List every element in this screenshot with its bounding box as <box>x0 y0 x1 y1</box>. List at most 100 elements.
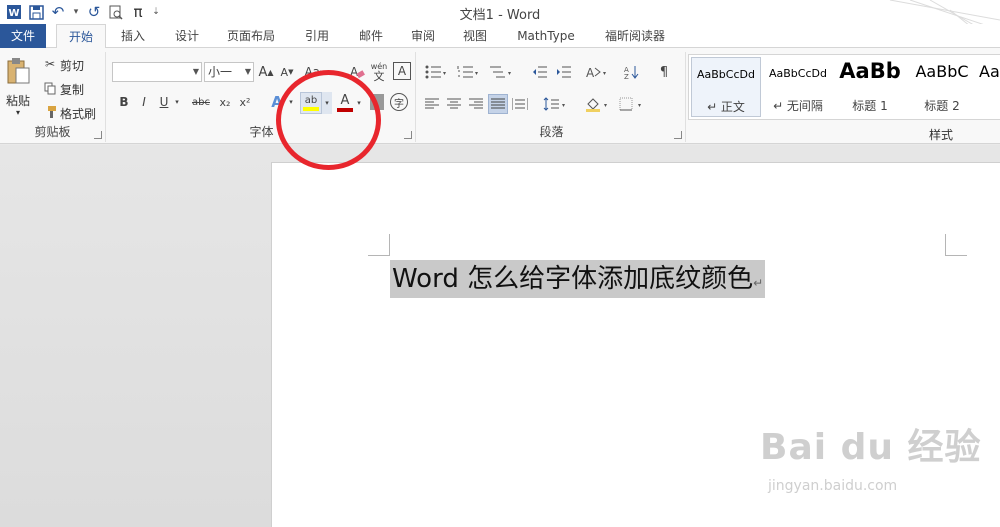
style-name: ↵ 正文 <box>707 100 745 114</box>
style-sample: AaBbCcDd <box>697 68 755 81</box>
style-sample: AaBbCcDd <box>769 67 827 80</box>
baidu-watermark: Bai du 经验 jingyan.baidu.com <box>760 418 982 494</box>
copy-button[interactable]: 复制 <box>60 81 84 98</box>
align-left-icon[interactable] <box>422 94 442 114</box>
svg-text:▾: ▾ <box>443 70 446 77</box>
align-right-icon[interactable] <box>466 94 486 114</box>
superscript-button[interactable]: x² <box>236 92 254 112</box>
show-formatting-marks-icon[interactable]: ¶ <box>654 62 674 82</box>
font-size-dropdown-icon[interactable]: ▼ <box>245 63 251 81</box>
clipboard-launcher-icon[interactable] <box>94 131 102 139</box>
style-heading-1[interactable]: AaBb 标题 1 <box>835 57 905 117</box>
tab-mathtype[interactable]: MathType <box>508 24 584 48</box>
style-title[interactable]: Aa <box>979 57 1000 117</box>
tab-page-layout[interactable]: 页面布局 <box>220 24 282 48</box>
clipboard-group-label: 剪贴板 <box>34 125 71 139</box>
underline-button[interactable]: U <box>156 92 172 112</box>
underline-dropdown-icon[interactable]: ▾ <box>172 92 182 112</box>
chinese-layout-icon[interactable]: A ▾ <box>582 62 612 82</box>
tab-insert[interactable]: 插入 <box>112 24 154 48</box>
paragraph-group-label: 段落 <box>539 125 564 139</box>
cut-button[interactable]: 剪切 <box>60 57 84 74</box>
format-painter-icon[interactable] <box>42 104 58 120</box>
format-painter-button[interactable]: 格式刷 <box>60 105 96 122</box>
phonetic-guide-button[interactable]: wén 文 <box>368 60 390 84</box>
tab-foxit-reader[interactable]: 福昕阅读器 <box>596 24 674 48</box>
tab-view[interactable]: 视图 <box>454 24 496 48</box>
document-text: Word 怎么给字体添加底纹颜色 <box>392 264 754 294</box>
shrink-font-label: A <box>280 65 289 79</box>
scissors-icon[interactable]: ✂ <box>42 56 58 72</box>
tab-references[interactable]: 引用 <box>296 24 338 48</box>
enclose-characters-button[interactable]: 字 <box>390 93 408 111</box>
borders-icon[interactable]: ▾ <box>616 94 646 114</box>
font-launcher-icon[interactable] <box>404 131 412 139</box>
watermark-sub: jingyan.baidu.com <box>768 478 898 494</box>
distributed-align-icon[interactable] <box>510 94 530 114</box>
copy-icon[interactable] <box>42 80 58 96</box>
svg-text:▾: ▾ <box>508 70 511 77</box>
font-name-dropdown-icon[interactable]: ▼ <box>193 63 199 81</box>
tab-home[interactable]: 开始 <box>56 24 106 49</box>
margin-corner-top-left <box>368 234 390 256</box>
paragraph-mark: ↵ <box>753 276 764 290</box>
paste-icon[interactable] <box>4 56 32 86</box>
strikethrough-button[interactable]: abc <box>188 92 214 112</box>
numbering-icon[interactable]: ▾ <box>454 62 482 82</box>
paragraph-launcher-icon[interactable] <box>674 131 682 139</box>
annotation-circle <box>276 70 381 170</box>
paste-dropdown-icon[interactable]: ▾ <box>16 108 20 117</box>
sort-icon[interactable]: AZ <box>622 62 642 82</box>
document-text-selection[interactable]: Word 怎么给字体添加底纹颜色↵ <box>390 260 766 298</box>
multilevel-list-icon[interactable]: ▾ <box>486 62 516 82</box>
align-center-icon[interactable] <box>444 94 464 114</box>
style-sample: AaBb <box>839 59 901 83</box>
line-spacing-icon[interactable]: ▾ <box>540 94 570 114</box>
tab-file[interactable]: 文件 <box>0 24 46 48</box>
increase-indent-icon[interactable] <box>554 62 574 82</box>
justify-icon[interactable] <box>488 94 508 114</box>
watermark-main: Bai du 经验 <box>760 427 982 468</box>
bullets-icon[interactable]: ▾ <box>422 62 450 82</box>
document-page[interactable] <box>271 162 1000 527</box>
svg-text:▾: ▾ <box>603 70 606 77</box>
tab-review[interactable]: 审阅 <box>402 24 444 48</box>
svg-text:Z: Z <box>624 73 629 80</box>
styles-group-label: 样式 <box>929 128 954 142</box>
font-size-combo[interactable]: 小一 ▼ <box>204 62 254 82</box>
margin-corner-top-right <box>945 234 967 256</box>
paragraph-shading-icon[interactable]: ▾ <box>582 94 612 114</box>
svg-text:▾: ▾ <box>562 102 565 109</box>
styles-gallery: AaBbCcDd ↵ 正文 AaBbCcDd ↵ 无间隔 AaBb 标题 1 A… <box>688 54 1000 120</box>
bold-button[interactable]: B <box>116 92 132 112</box>
clipboard-group: 粘贴 ▾ ✂ 剪切 复制 格式刷 剪贴板 <box>0 52 106 142</box>
svg-text:▾: ▾ <box>475 70 478 77</box>
style-name: 标题 2 <box>924 99 960 113</box>
svg-text:▾: ▾ <box>638 102 641 109</box>
svg-text:A: A <box>586 66 595 79</box>
grow-font-button[interactable]: A ▲ <box>256 62 276 82</box>
tab-mailings[interactable]: 邮件 <box>350 24 392 48</box>
font-size-value: 小一 <box>208 65 233 79</box>
style-heading-2[interactable]: AaBbC 标题 2 <box>907 57 977 117</box>
style-sample: AaBbC <box>915 62 969 81</box>
style-sample: Aa <box>979 62 1000 81</box>
italic-button[interactable]: I <box>136 92 152 112</box>
shrink-font-button[interactable]: A ▼ <box>278 62 296 82</box>
style-name: ↵ 无间隔 <box>773 99 823 113</box>
character-border-button[interactable]: A <box>393 62 411 80</box>
style-no-spacing[interactable]: AaBbCcDd ↵ 无间隔 <box>763 57 833 117</box>
phonetic-bottom: 文 <box>373 70 385 83</box>
svg-text:▾: ▾ <box>604 102 607 109</box>
style-name: 标题 1 <box>852 99 888 113</box>
style-normal[interactable]: AaBbCcDd ↵ 正文 <box>691 57 761 117</box>
ribbon: 粘贴 ▾ ✂ 剪切 复制 格式刷 剪贴板 ▼ 小一 ▼ A ▲ A ▼ Aa ▾ A … <box>0 48 1000 144</box>
subscript-button[interactable]: x₂ <box>216 92 234 112</box>
grow-font-label: A <box>258 64 268 80</box>
ribbon-tab-row: 文件 开始 插入 设计 页面布局 引用 邮件 审阅 视图 MathType 福昕… <box>0 24 1000 49</box>
decrease-indent-icon[interactable] <box>530 62 550 82</box>
font-name-combo[interactable]: ▼ <box>112 62 202 82</box>
tab-design[interactable]: 设计 <box>166 24 208 48</box>
paragraph-group: ▾ ▾ ▾ A ▾ AZ ¶ ▾ ▾ ▾ 段落 <box>418 52 686 142</box>
paste-button[interactable]: 粘贴 <box>6 92 30 109</box>
